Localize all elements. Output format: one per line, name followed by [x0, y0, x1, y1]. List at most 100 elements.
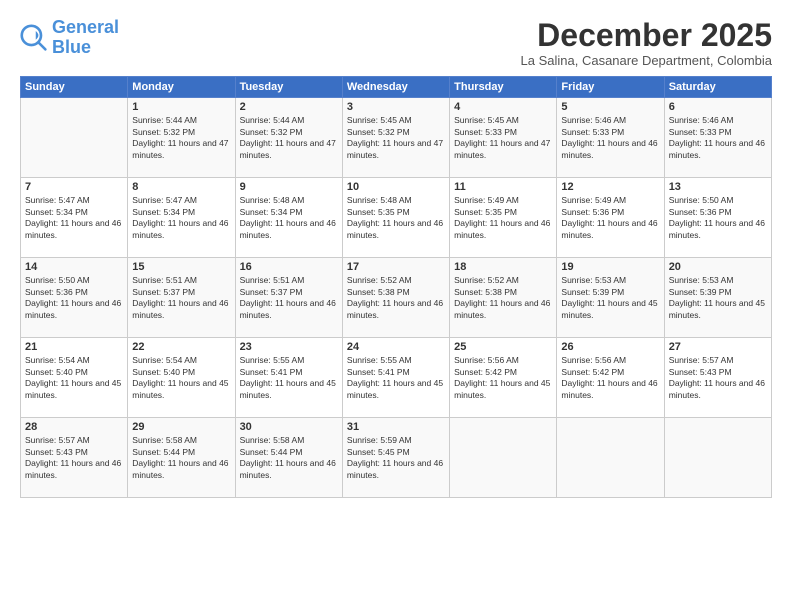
page: General Blue December 2025 La Salina, Ca… [0, 0, 792, 612]
day-number: 19 [561, 261, 659, 273]
day-number: 15 [132, 261, 230, 273]
day-info: Sunrise: 5:50 AMSunset: 5:36 PMDaylight:… [25, 275, 123, 321]
day-info: Sunrise: 5:53 AMSunset: 5:39 PMDaylight:… [561, 275, 659, 321]
day-info: Sunrise: 5:48 AMSunset: 5:35 PMDaylight:… [347, 195, 445, 241]
day-info: Sunrise: 5:45 AMSunset: 5:32 PMDaylight:… [347, 115, 445, 161]
day-cell: 25 Sunrise: 5:56 AMSunset: 5:42 PMDayligh… [450, 338, 557, 418]
logo-icon [20, 24, 48, 52]
day-number: 20 [669, 261, 767, 273]
day-number: 2 [240, 101, 338, 113]
day-cell: 26 Sunrise: 5:56 AMSunset: 5:42 PMDayligh… [557, 338, 664, 418]
day-info: Sunrise: 5:53 AMSunset: 5:39 PMDaylight:… [669, 275, 767, 321]
day-cell [450, 418, 557, 498]
week-row-0: 1 Sunrise: 5:44 AMSunset: 5:32 PMDaylight… [21, 98, 772, 178]
day-info: Sunrise: 5:47 AMSunset: 5:34 PMDaylight:… [132, 195, 230, 241]
col-friday: Friday [557, 77, 664, 98]
day-info: Sunrise: 5:44 AMSunset: 5:32 PMDaylight:… [132, 115, 230, 161]
day-number: 16 [240, 261, 338, 273]
day-number: 29 [132, 421, 230, 433]
week-row-1: 7 Sunrise: 5:47 AMSunset: 5:34 PMDaylight… [21, 178, 772, 258]
day-info: Sunrise: 5:55 AMSunset: 5:41 PMDaylight:… [347, 355, 445, 401]
day-number: 25 [454, 341, 552, 353]
day-info: Sunrise: 5:48 AMSunset: 5:34 PMDaylight:… [240, 195, 338, 241]
col-thursday: Thursday [450, 77, 557, 98]
header: General Blue December 2025 La Salina, Ca… [20, 18, 772, 68]
day-info: Sunrise: 5:45 AMSunset: 5:33 PMDaylight:… [454, 115, 552, 161]
day-cell: 19 Sunrise: 5:53 AMSunset: 5:39 PMDayligh… [557, 258, 664, 338]
day-info: Sunrise: 5:51 AMSunset: 5:37 PMDaylight:… [240, 275, 338, 321]
day-number: 10 [347, 181, 445, 193]
day-number: 27 [669, 341, 767, 353]
day-cell: 15 Sunrise: 5:51 AMSunset: 5:37 PMDayligh… [128, 258, 235, 338]
day-number: 12 [561, 181, 659, 193]
day-info: Sunrise: 5:44 AMSunset: 5:32 PMDaylight:… [240, 115, 338, 161]
day-info: Sunrise: 5:59 AMSunset: 5:45 PMDaylight:… [347, 435, 445, 481]
day-info: Sunrise: 5:49 AMSunset: 5:36 PMDaylight:… [561, 195, 659, 241]
day-cell: 29 Sunrise: 5:58 AMSunset: 5:44 PMDayligh… [128, 418, 235, 498]
week-row-2: 14 Sunrise: 5:50 AMSunset: 5:36 PMDayligh… [21, 258, 772, 338]
day-number: 3 [347, 101, 445, 113]
day-number: 17 [347, 261, 445, 273]
day-cell: 6Sunrise: 5:46 AMSunset: 5:33 PMDaylight… [664, 98, 771, 178]
day-cell: 14 Sunrise: 5:50 AMSunset: 5:36 PMDayligh… [21, 258, 128, 338]
day-number: 30 [240, 421, 338, 433]
day-number: 11 [454, 181, 552, 193]
day-number: 4 [454, 101, 552, 113]
calendar-table: Sunday Monday Tuesday Wednesday Thursday… [20, 76, 772, 498]
col-tuesday: Tuesday [235, 77, 342, 98]
day-cell: 30Sunrise: 5:58 AMSunset: 5:44 PMDayligh… [235, 418, 342, 498]
month-title: December 2025 [521, 18, 772, 53]
day-number: 5 [561, 101, 659, 113]
logo-text: General Blue [52, 18, 119, 58]
day-cell [664, 418, 771, 498]
header-row: Sunday Monday Tuesday Wednesday Thursday… [21, 77, 772, 98]
day-cell: 3 Sunrise: 5:45 AMSunset: 5:32 PMDaylight… [342, 98, 449, 178]
day-info: Sunrise: 5:57 AMSunset: 5:43 PMDaylight:… [669, 355, 767, 401]
day-cell: 4 Sunrise: 5:45 AMSunset: 5:33 PMDaylight… [450, 98, 557, 178]
day-cell: 7 Sunrise: 5:47 AMSunset: 5:34 PMDaylight… [21, 178, 128, 258]
day-info: Sunrise: 5:51 AMSunset: 5:37 PMDaylight:… [132, 275, 230, 321]
day-number: 9 [240, 181, 338, 193]
day-cell: 27 Sunrise: 5:57 AMSunset: 5:43 PMDayligh… [664, 338, 771, 418]
day-info: Sunrise: 5:55 AMSunset: 5:41 PMDaylight:… [240, 355, 338, 401]
day-number: 21 [25, 341, 123, 353]
day-info: Sunrise: 5:57 AMSunset: 5:43 PMDaylight:… [25, 435, 123, 481]
day-cell: 11Sunrise: 5:49 AMSunset: 5:35 PMDayligh… [450, 178, 557, 258]
day-info: Sunrise: 5:56 AMSunset: 5:42 PMDaylight:… [561, 355, 659, 401]
day-info: Sunrise: 5:56 AMSunset: 5:42 PMDaylight:… [454, 355, 552, 401]
day-cell: 16 Sunrise: 5:51 AMSunset: 5:37 PMDayligh… [235, 258, 342, 338]
day-cell: 5 Sunrise: 5:46 AMSunset: 5:33 PMDaylight… [557, 98, 664, 178]
day-number: 13 [669, 181, 767, 193]
col-saturday: Saturday [664, 77, 771, 98]
day-cell: 10 Sunrise: 5:48 AMSunset: 5:35 PMDayligh… [342, 178, 449, 258]
day-number: 7 [25, 181, 123, 193]
day-number: 31 [347, 421, 445, 433]
day-cell: 23Sunrise: 5:55 AMSunset: 5:41 PMDayligh… [235, 338, 342, 418]
day-info: Sunrise: 5:54 AMSunset: 5:40 PMDaylight:… [132, 355, 230, 401]
day-cell: 31 Sunrise: 5:59 AMSunset: 5:45 PMDayligh… [342, 418, 449, 498]
day-cell: 12 Sunrise: 5:49 AMSunset: 5:36 PMDayligh… [557, 178, 664, 258]
day-number: 22 [132, 341, 230, 353]
day-info: Sunrise: 5:58 AMSunset: 5:44 PMDaylight:… [132, 435, 230, 481]
day-info: Sunrise: 5:52 AMSunset: 5:38 PMDaylight:… [454, 275, 552, 321]
day-number: 14 [25, 261, 123, 273]
col-monday: Monday [128, 77, 235, 98]
day-info: Sunrise: 5:50 AMSunset: 5:36 PMDaylight:… [669, 195, 767, 241]
day-number: 6 [669, 101, 767, 113]
day-number: 28 [25, 421, 123, 433]
day-info: Sunrise: 5:46 AMSunset: 5:33 PMDaylight:… [561, 115, 659, 161]
day-number: 18 [454, 261, 552, 273]
col-wednesday: Wednesday [342, 77, 449, 98]
day-cell: 9 Sunrise: 5:48 AMSunset: 5:34 PMDaylight… [235, 178, 342, 258]
day-cell: 1 Sunrise: 5:44 AMSunset: 5:32 PMDaylight… [128, 98, 235, 178]
logo: General Blue [20, 18, 119, 58]
day-cell: 13 Sunrise: 5:50 AMSunset: 5:36 PMDayligh… [664, 178, 771, 258]
day-number: 26 [561, 341, 659, 353]
day-number: 1 [132, 101, 230, 113]
day-cell: 18 Sunrise: 5:52 AMSunset: 5:38 PMDayligh… [450, 258, 557, 338]
day-info: Sunrise: 5:47 AMSunset: 5:34 PMDaylight:… [25, 195, 123, 241]
day-cell: 20 Sunrise: 5:53 AMSunset: 5:39 PMDayligh… [664, 258, 771, 338]
day-number: 8 [132, 181, 230, 193]
day-cell: 8 Sunrise: 5:47 AMSunset: 5:34 PMDaylight… [128, 178, 235, 258]
day-cell: 21Sunrise: 5:54 AMSunset: 5:40 PMDayligh… [21, 338, 128, 418]
